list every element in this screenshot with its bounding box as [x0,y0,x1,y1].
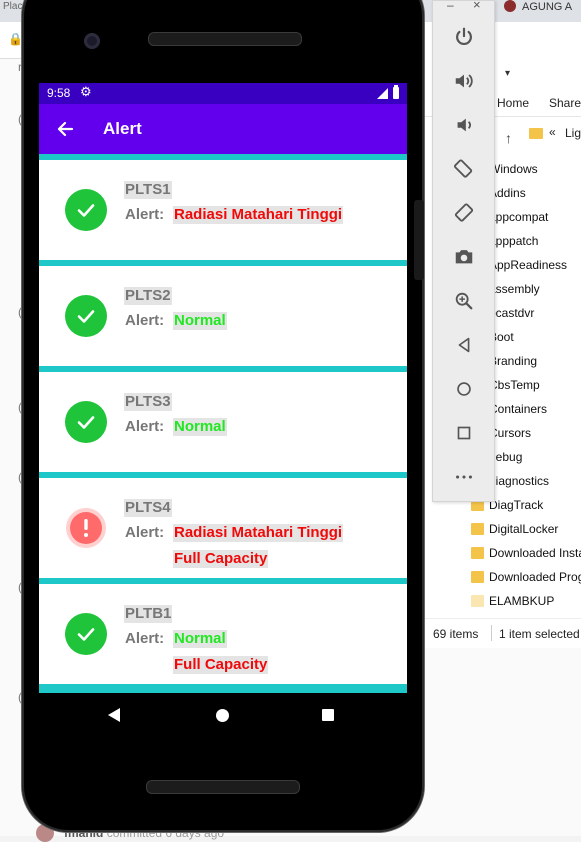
alert-value: Full Capacity [173,550,269,568]
rotate-right-icon[interactable] [453,202,475,224]
power-icon[interactable] [453,26,475,48]
selection-status: 1 item selected [499,627,580,641]
path-name[interactable]: Lig [565,126,581,140]
volume-up-icon[interactable] [453,70,475,92]
alert-card-pltb1[interactable]: PLTB1 Alert: Normal Full Capacity [39,584,407,684]
emulator-toolbar: – × [432,0,495,502]
alert-value: Full Capacity [173,656,269,674]
path-chevron: « [549,125,556,139]
plant-name: PLTS4 [124,499,172,517]
alert-label: Alert: [125,524,165,541]
check-circle-icon [65,401,107,443]
battery-icon [393,85,399,99]
alert-label: Alert: [125,312,165,329]
bottom-speaker [146,780,300,794]
university-logo-icon [504,0,516,12]
alert-value: Radiasi Matahari Tinggi [173,524,344,542]
signal-icon [377,88,388,99]
list-item-label: Containers [489,402,548,416]
alert-label: Alert: [125,630,165,647]
phone-side-button [414,200,424,280]
lock-icon: 🔒 [8,32,23,46]
chevron-down-icon[interactable]: ▾ [505,68,510,79]
list-item-label: CbsTemp [489,378,540,392]
list-item-label: Windows [489,162,538,176]
phone-screen: 9:58 ⚙ Alert PLTS1 Alert: Radiasi Matahari… [39,83,407,693]
check-circle-icon [65,295,107,337]
overview-icon[interactable] [453,422,475,444]
status-time: 9:58 [47,86,71,100]
list-item-label: assembly [489,282,540,296]
volume-down-icon[interactable] [453,114,475,136]
check-circle-icon [65,613,107,655]
list-item-label: Cursors [489,426,532,440]
ribbon-tab-share[interactable]: Share [549,96,581,110]
list-item[interactable]: Downloaded Installations [425,542,581,566]
page-title: Alert [103,119,142,138]
plant-name: PLTS2 [124,287,172,305]
explorer-status-bar: 69 items 1 item selected [425,618,581,649]
home-icon[interactable] [453,378,475,400]
close-button[interactable]: × [473,0,481,12]
list-item-label: appcompat [489,210,549,224]
list-item-label: Downloaded Installations [489,546,581,560]
front-camera [84,33,100,49]
camera-icon[interactable] [453,246,475,268]
nav-back-button[interactable] [108,708,120,722]
list-item-label: DigitalLocker [489,522,559,536]
plant-name: PLTS1 [124,181,172,199]
more-icon[interactable] [453,466,475,488]
browser-tab-right-label: AGUNG A [522,1,573,13]
item-count: 69 items [433,627,479,641]
list-item[interactable]: Downloaded Program Files [425,566,581,590]
status-divider [491,625,492,641]
up-arrow-icon[interactable]: ↑ [505,130,512,146]
list-item-label: Downloaded Program Files [489,570,581,584]
folder-icon [471,571,484,583]
list-item[interactable]: DigitalLocker [425,518,581,542]
alert-label: Alert: [125,206,165,223]
check-circle-icon [65,189,107,231]
minimize-button[interactable]: – [447,0,454,12]
alert-value: Normal [173,630,227,648]
back-arrow-icon[interactable] [56,120,74,138]
ribbon-tab-home[interactable]: Home [497,96,529,110]
folder-icon [471,547,484,559]
folder-icon [471,523,484,535]
alert-card-plts4[interactable]: PLTS4 Alert: Radiasi Matahari Tinggi Full C… [39,478,407,578]
alert-value: Normal [173,418,227,436]
alert-card-plts1[interactable]: PLTS1 Alert: Radiasi Matahari Tinggi [39,160,407,260]
list-item[interactable]: ELAMBKUP [425,590,581,614]
android-nav-bar [39,693,407,739]
nav-home-button[interactable] [216,709,229,722]
folder-icon [529,128,543,139]
alert-value: Radiasi Matahari Tinggi [173,206,344,224]
list-item-label: Branding [489,354,538,368]
alert-value: Normal [173,312,227,330]
plant-name: PLTS3 [124,393,172,411]
list-item-label: apppatch [489,234,539,248]
alert-list: PLTS1 Alert: Radiasi Matahari Tinggi PLTS2 A… [39,154,407,693]
folder-icon [471,595,484,607]
plant-name: PLTB1 [124,605,173,623]
alert-card-plts3[interactable]: PLTS3 Alert: Normal [39,372,407,472]
rotate-left-icon[interactable] [453,158,475,180]
list-item-label: ELAMBKUP [489,594,555,608]
nav-recents-button[interactable] [322,709,334,721]
status-bar: 9:58 ⚙ [39,83,407,104]
zoom-icon[interactable] [453,290,475,312]
back-icon[interactable] [453,334,475,356]
list-item-label: diagnostics [489,474,550,488]
alert-label: Alert: [125,418,165,435]
settings-gear-icon: ⚙ [80,84,92,99]
list-item-label: AppReadiness [489,258,568,272]
app-bar: Alert [39,104,407,154]
alert-circle-icon [65,507,107,549]
list-item-label: bcastdvr [489,306,535,320]
list-item-label: DiagTrack [489,498,544,512]
earpiece-speaker [148,32,302,46]
alert-card-plts2[interactable]: PLTS2 Alert: Normal [39,266,407,366]
